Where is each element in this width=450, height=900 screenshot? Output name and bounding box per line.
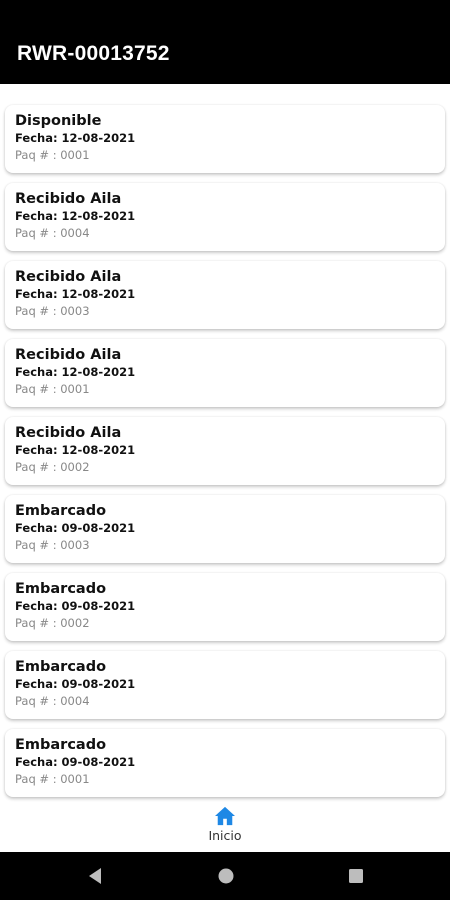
package-number: Paq # : 0001 [15, 148, 90, 162]
date-text: Fecha: 12-08-2021 [15, 287, 136, 301]
date-text: Fecha: 09-08-2021 [15, 677, 136, 691]
list-item[interactable]: Recibido Aila Fecha: 12-08-2021 Paq # : … [5, 417, 445, 485]
app-screen: RWR-00013752 Disponible Fecha: 12-08-202… [0, 0, 450, 900]
status-text: Embarcado [15, 581, 107, 597]
bottom-navigation: Inicio [0, 802, 450, 852]
circle-home-icon[interactable] [216, 866, 236, 886]
list-item[interactable]: Recibido Aila Fecha: 12-08-2021 Paq # : … [5, 339, 445, 407]
date-text: Fecha: 12-08-2021 [15, 209, 136, 223]
list-item[interactable]: Recibido Aila Fecha: 12-08-2021 Paq # : … [5, 261, 445, 329]
package-number: Paq # : 0004 [15, 694, 90, 708]
package-number: Paq # : 0001 [15, 772, 90, 786]
status-text: Recibido Aila [15, 425, 122, 441]
date-text: Fecha: 12-08-2021 [15, 131, 136, 145]
status-text: Recibido Aila [15, 191, 122, 207]
list-item[interactable]: Embarcado Fecha: 09-08-2021 Paq # : 0004 [5, 651, 445, 719]
nav-item-inicio[interactable]: Inicio [195, 806, 255, 850]
package-number: Paq # : 0002 [15, 616, 90, 630]
package-number: Paq # : 0002 [15, 460, 90, 474]
package-list[interactable]: Disponible Fecha: 12-08-2021 Paq # : 000… [0, 84, 450, 802]
nav-item-label: Inicio [208, 828, 242, 843]
date-text: Fecha: 09-08-2021 [15, 755, 136, 769]
app-bar: RWR-00013752 [0, 0, 450, 84]
page-title: RWR-00013752 [17, 42, 170, 65]
list-item[interactable]: Recibido Aila Fecha: 12-08-2021 Paq # : … [5, 183, 445, 251]
status-text: Recibido Aila [15, 347, 122, 363]
recents-icon[interactable] [346, 866, 366, 886]
package-number: Paq # : 0003 [15, 538, 90, 552]
back-icon[interactable] [86, 866, 106, 886]
status-text: Embarcado [15, 659, 107, 675]
status-text: Embarcado [15, 503, 107, 519]
date-text: Fecha: 12-08-2021 [15, 443, 136, 457]
date-text: Fecha: 12-08-2021 [15, 365, 136, 379]
list-item[interactable]: Embarcado Fecha: 09-08-2021 Paq # : 0002 [5, 573, 445, 641]
date-text: Fecha: 09-08-2021 [15, 599, 136, 613]
package-number: Paq # : 0003 [15, 304, 90, 318]
status-text: Embarcado [15, 737, 107, 753]
list-item[interactable]: Embarcado Fecha: 09-08-2021 Paq # : 0003 [5, 495, 445, 563]
package-number: Paq # : 0004 [15, 226, 90, 240]
package-number: Paq # : 0001 [15, 382, 90, 396]
home-icon [215, 806, 235, 826]
status-text: Recibido Aila [15, 269, 122, 285]
list-item[interactable]: Embarcado Fecha: 09-08-2021 Paq # : 0001 [5, 729, 445, 797]
system-navigation-bar [0, 852, 450, 900]
list-item[interactable]: Disponible Fecha: 12-08-2021 Paq # : 000… [5, 105, 445, 173]
status-text: Disponible [15, 113, 102, 129]
date-text: Fecha: 09-08-2021 [15, 521, 136, 535]
